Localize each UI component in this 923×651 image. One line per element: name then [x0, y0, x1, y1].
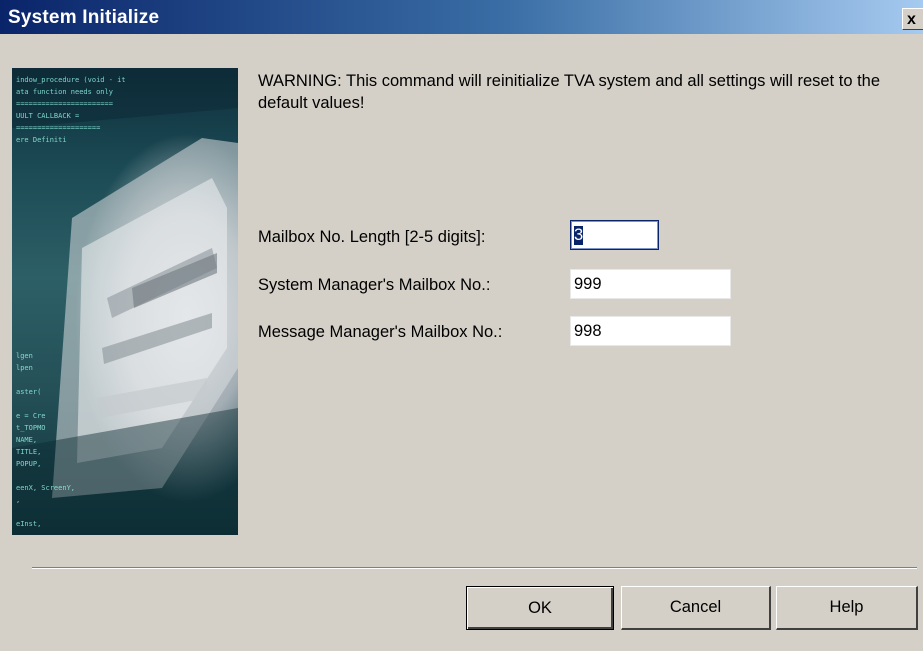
- help-button[interactable]: Help: [776, 586, 918, 630]
- code-line: =======================: [16, 100, 113, 108]
- code-line: eInst,: [16, 520, 42, 528]
- code-line: NAME,: [16, 436, 38, 444]
- code-line: UULT CALLBACK =: [16, 112, 80, 120]
- code-line: ====================: [16, 124, 101, 132]
- ok-button[interactable]: OK: [466, 586, 614, 630]
- code-line: eenX, ScreenY,: [16, 484, 76, 492]
- code-line: t_TOPMO: [16, 424, 46, 432]
- system-initialize-dialog: System Initialize x indow_procedure (voi…: [0, 0, 923, 651]
- code-line: lgen: [16, 352, 33, 360]
- close-button[interactable]: x: [902, 8, 923, 30]
- message-manager-mailbox-input[interactable]: [570, 316, 731, 346]
- side-illustration: indow_procedure (void - it ata function n…: [12, 68, 238, 535]
- code-line: ,: [16, 496, 21, 504]
- code-line: POPUP,: [16, 460, 42, 468]
- system-manager-mailbox-input[interactable]: [570, 269, 731, 299]
- title-bar[interactable]: System Initialize x: [0, 0, 923, 34]
- close-icon: x: [907, 11, 916, 28]
- window-title: System Initialize: [8, 7, 160, 28]
- code-line: lpen: [16, 364, 33, 372]
- warning-message: WARNING: This command will reinitialize …: [258, 72, 881, 112]
- code-line: ata function needs only: [16, 88, 113, 96]
- code-line: aster(: [16, 388, 42, 396]
- message-manager-mailbox-label: Message Manager's Mailbox No.:: [258, 323, 503, 341]
- cancel-button[interactable]: Cancel: [621, 586, 771, 630]
- code-line: indow_procedure (void - it: [16, 76, 126, 84]
- mailbox-length-input[interactable]: [570, 220, 659, 250]
- code-line: ere Definiti: [16, 136, 67, 144]
- system-manager-mailbox-label: System Manager's Mailbox No.:: [258, 276, 491, 294]
- separator-line: [32, 567, 917, 569]
- code-line: e = Cre: [16, 412, 46, 420]
- mailbox-length-label: Mailbox No. Length [2-5 digits]:: [258, 228, 486, 246]
- code-line: TITLE,: [16, 448, 42, 456]
